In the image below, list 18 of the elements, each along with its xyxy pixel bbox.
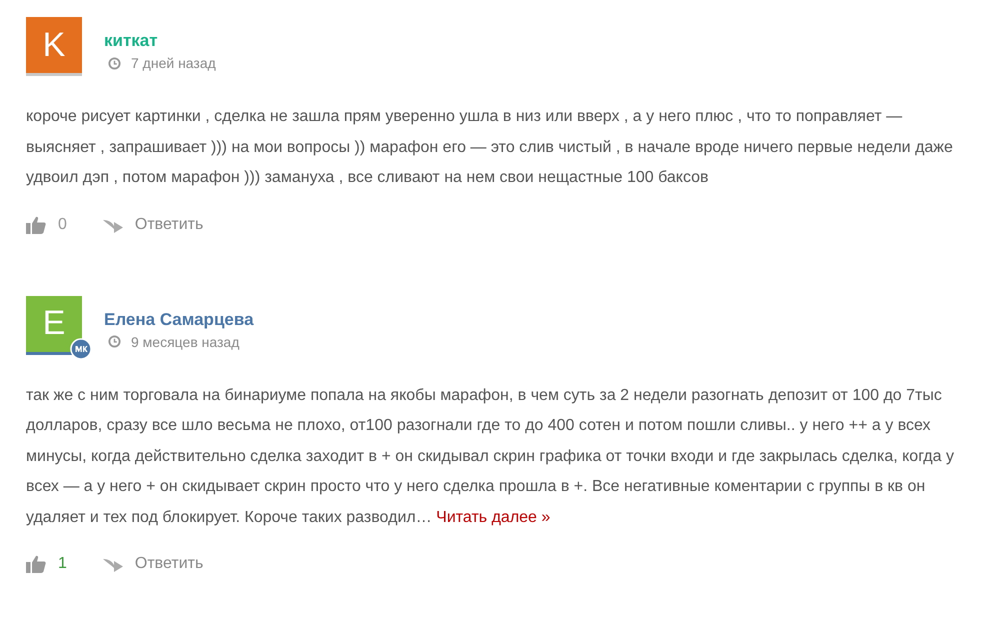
thumbs-up-icon[interactable] (26, 216, 46, 234)
like-count: 0 (58, 216, 67, 234)
avatar: E (26, 296, 82, 352)
clock-icon (108, 335, 121, 348)
author-name: киткат (104, 31, 159, 51)
comment-time: 9 месяцев назад (131, 334, 240, 350)
clock-icon (108, 56, 121, 70)
avatar: K (26, 17, 82, 73)
comment-text: так же с ним торговала на бинариуме попала на якобы марафон, в чем суть за 2 недели разогнать депозит от 100 до 7тыс долларов, сразу все шло весьма не плохо, от100 разогнали где то до 400 сотен и потом пошли сливы.. у него ++ а у всех минусы, когда действительно сделка заходит в + он скидывал скрин графика от точки входи и где закрылась сделка, когда у всех — а у него + он скидывает скрин просто что у него сделка прошла в +. Все негативные коментарии с группы в кв он удаляет и тех под блокирует. Короче таких разводил… Читать далее » (26, 386, 955, 528)
reply-button[interactable]: Ответить (102, 555, 204, 573)
comment-text: короче рисует картинки , сделка не зашла прям уверенно ушла в низ или вверх , а у него плюс , что то поправляет — выясняет , запрашивает ))) на мои вопросы )) марафон его — это слив чистый , в начале вроде ничего первые недели даже удвоил дэп , потом марафон ))) замануха , все сливают на нем свои нещастные 100 баксов (26, 107, 954, 188)
comment-time: 7 дней назад (131, 55, 216, 71)
thumbs-up-icon[interactable] (26, 555, 46, 573)
author-name: Елена Самарцева (104, 310, 254, 330)
reply-arrow-icon (102, 556, 123, 572)
reply-button[interactable]: Ответить (102, 216, 204, 234)
read-more-link[interactable]: Читать далее » (436, 508, 550, 526)
like-count: 1 (58, 555, 67, 573)
